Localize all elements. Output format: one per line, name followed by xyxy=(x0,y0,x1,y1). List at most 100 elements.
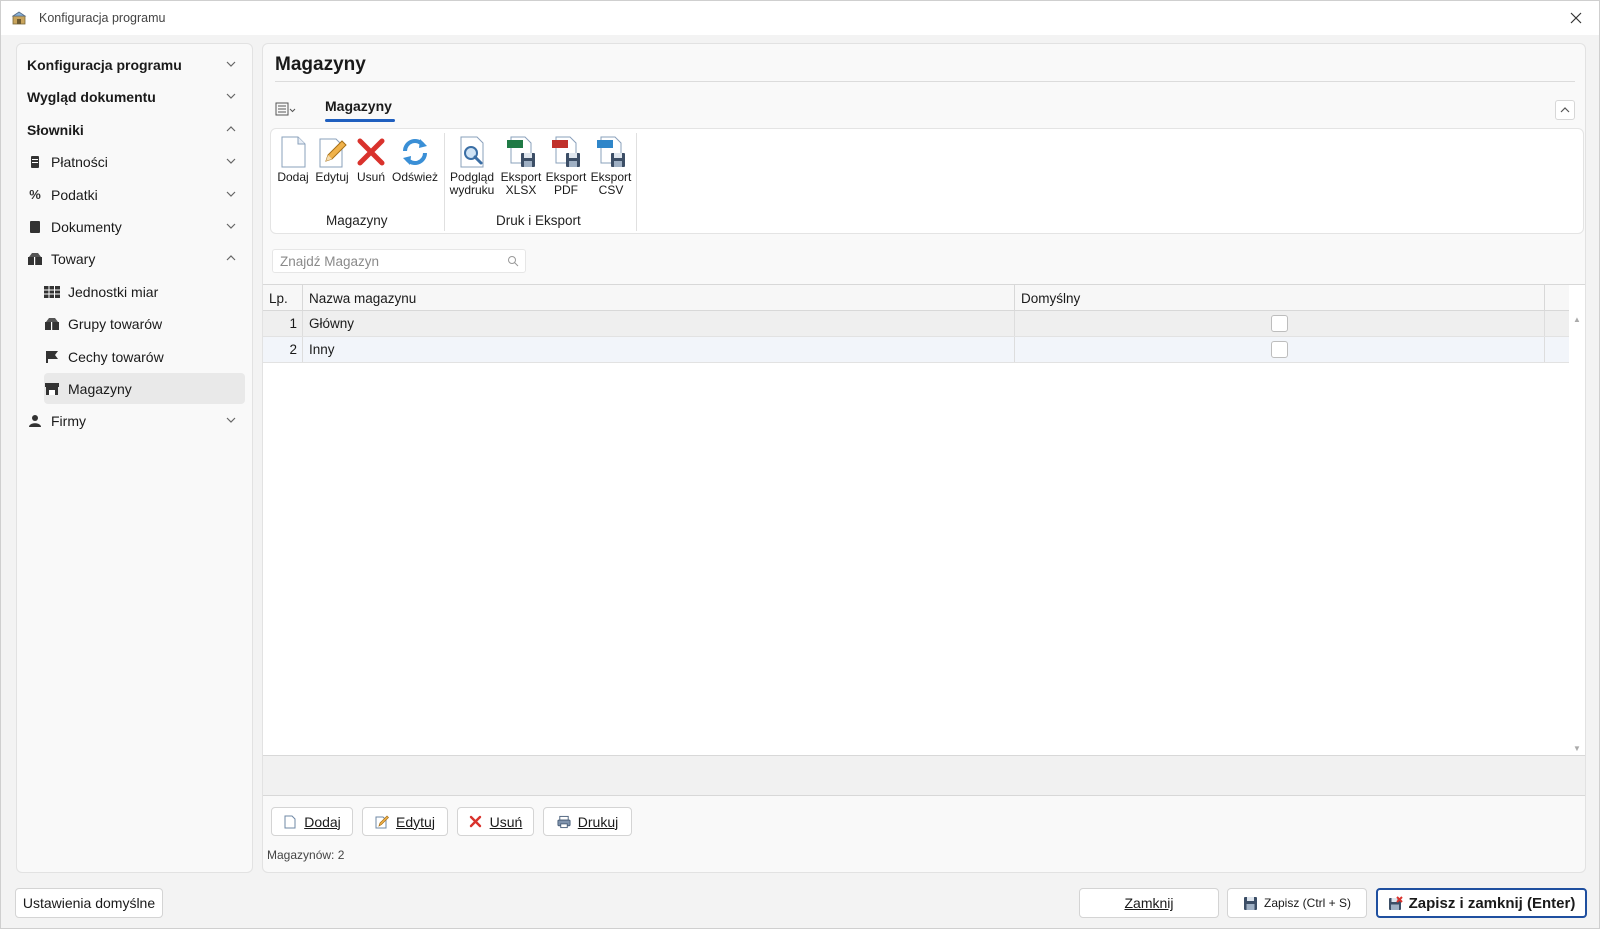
sidebar-item-platnosci[interactable]: Płatności xyxy=(27,146,245,177)
chevron-up-icon xyxy=(226,126,236,132)
column-header-lp[interactable]: Lp. xyxy=(263,285,303,311)
ribbon: Dodaj Edytuj Usuń Odśwież Magazyny Podgl… xyxy=(270,128,1584,234)
delete-button[interactable]: Usuń xyxy=(457,807,534,836)
search-icon xyxy=(508,256,519,267)
close-dialog-button[interactable]: Zamknij xyxy=(1079,888,1219,918)
boxes-icon xyxy=(27,251,43,267)
search-input[interactable] xyxy=(273,250,493,272)
close-dialog-button-label: Zamknij xyxy=(1124,895,1174,911)
sidebar-item-cechy-towarow[interactable]: Cechy towarów xyxy=(44,341,245,372)
ribbon-edit-button[interactable]: Edytuj xyxy=(314,135,350,184)
sidebar: Konfiguracja programu Wygląd dokumentu S… xyxy=(16,43,253,873)
search-field[interactable] xyxy=(272,249,526,273)
ribbon-add-button[interactable]: Dodaj xyxy=(276,135,310,184)
print-button[interactable]: Drukuj xyxy=(543,807,632,836)
add-button[interactable]: Dodaj xyxy=(271,807,353,836)
sidebar-item-label: Podatki xyxy=(51,186,98,203)
sidebar-item-label: Płatności xyxy=(51,153,108,170)
sidebar-item-towary[interactable]: Towary xyxy=(27,243,245,274)
ribbon-button-label: PDF xyxy=(554,183,578,197)
table-row[interactable]: 1 Główny xyxy=(263,311,1569,337)
cell-name[interactable]: Główny xyxy=(303,311,1015,336)
close-button[interactable] xyxy=(1553,1,1599,35)
defaults-button[interactable]: Ustawienia domyślne xyxy=(15,888,163,918)
tab-magazyny[interactable]: Magazyny xyxy=(325,98,392,114)
sidebar-item-label: Słowniki xyxy=(27,121,84,138)
ribbon-button-label: wydruku xyxy=(449,183,495,197)
scroll-down-icon[interactable]: ▼ xyxy=(1573,744,1581,753)
scroll-up-icon[interactable]: ▲ xyxy=(1573,315,1581,324)
close-icon xyxy=(1570,12,1582,24)
new-document-icon xyxy=(283,815,297,829)
ribbon-collapse-button[interactable] xyxy=(1555,100,1575,120)
save-and-close-button-label: Zapisz i zamknij (Enter) xyxy=(1408,894,1576,912)
grid-header: Lp. Nazwa magazynu Domyślny xyxy=(263,285,1569,311)
delete-icon xyxy=(357,138,385,166)
print-preview-icon xyxy=(460,136,484,168)
sidebar-item-firmy[interactable]: Firmy xyxy=(27,405,245,436)
add-button-label: Dodaj xyxy=(304,813,341,830)
ribbon-group-separator xyxy=(444,133,445,231)
cell-name[interactable]: Inny xyxy=(303,337,1015,362)
grid-footer xyxy=(263,756,1585,796)
main-panel: Magazyny Magazyny Dodaj Edytuj Usuń Odśw… xyxy=(262,43,1586,873)
column-header-name[interactable]: Nazwa magazynu xyxy=(303,285,1015,311)
cell-default xyxy=(1015,337,1545,362)
chevron-down-icon xyxy=(226,61,236,67)
save-button[interactable]: Zapisz (Ctrl + S) xyxy=(1227,888,1367,918)
vertical-scrollbar[interactable]: ▲ ▼ xyxy=(1569,311,1585,755)
export-csv-icon xyxy=(597,136,625,167)
save-and-close-button[interactable]: Zapisz i zamknij (Enter) xyxy=(1376,888,1587,918)
window-title: Konfiguracja programu xyxy=(39,11,166,25)
ribbon-export-xlsx-button[interactable]: Eksport XLSX xyxy=(499,135,543,197)
sidebar-item-wyglad-dokumentu[interactable]: Wygląd dokumentu xyxy=(27,81,245,112)
sidebar-item-label: Grupy towarów xyxy=(68,315,163,332)
printer-icon xyxy=(557,815,571,829)
sidebar-item-label: Firmy xyxy=(51,412,86,429)
sidebar-item-grupy-towarow[interactable]: Grupy towarów xyxy=(44,308,245,339)
chevron-down-icon xyxy=(226,223,236,229)
chevron-down-icon xyxy=(226,417,236,423)
ribbon-refresh-button[interactable]: Odśwież xyxy=(392,135,438,184)
ribbon-group-label: Magazyny xyxy=(326,213,388,228)
sidebar-item-konfiguracja-programu[interactable]: Konfiguracja programu xyxy=(27,49,245,80)
ribbon-export-pdf-button[interactable]: Eksport PDF xyxy=(545,135,587,197)
config-window: Konfiguracja programu Konfiguracja progr… xyxy=(0,0,1600,929)
sidebar-item-label: Magazyny xyxy=(68,380,132,397)
table-row[interactable]: 2 Inny xyxy=(263,337,1569,363)
ribbon-export-csv-button[interactable]: Eksport CSV xyxy=(590,135,632,197)
sidebar-item-label: Dokumenty xyxy=(51,218,122,235)
status-count: Magazynów: 2 xyxy=(267,848,345,862)
sidebar-item-dokumenty[interactable]: Dokumenty xyxy=(27,211,245,242)
sidebar-item-slowniki[interactable]: Słowniki xyxy=(27,114,245,145)
ribbon-button-label: Edytuj xyxy=(315,170,349,184)
sidebar-item-jednostki-miar[interactable]: Jednostki miar xyxy=(44,276,245,307)
sidebar-item-label: Towary xyxy=(51,250,96,267)
default-checkbox[interactable] xyxy=(1271,341,1288,358)
document-icon xyxy=(27,219,43,235)
ribbon-delete-button[interactable]: Usuń xyxy=(355,135,387,184)
ribbon-button-label: XLSX xyxy=(505,183,537,197)
percent-icon: % xyxy=(29,187,41,202)
app-icon xyxy=(11,11,27,25)
sidebar-item-label: Jednostki miar xyxy=(68,283,159,300)
edit-button[interactable]: Edytuj xyxy=(362,807,448,836)
tab-active-indicator xyxy=(325,119,395,122)
chevron-up-icon xyxy=(1560,107,1570,113)
column-header-default[interactable]: Domyślny xyxy=(1015,285,1545,311)
delete-button-label: Usuń xyxy=(489,813,523,830)
ribbon-print-preview-button[interactable]: Podgląd wydruku xyxy=(447,135,497,197)
sidebar-item-magazyny[interactable]: Magazyny xyxy=(44,373,245,404)
default-checkbox[interactable] xyxy=(1271,315,1288,332)
ribbon-group-separator xyxy=(636,133,637,231)
ribbon-tab-bar: Magazyny xyxy=(263,94,1585,124)
edit-icon xyxy=(319,138,347,168)
title-bar: Konfiguracja programu xyxy=(1,1,1599,35)
chevron-down-icon xyxy=(226,158,236,164)
sidebar-item-podatki[interactable]: % Podatki xyxy=(27,179,245,210)
boxes-icon xyxy=(44,316,60,332)
flag-icon xyxy=(44,349,60,365)
ribbon-menu-icon[interactable] xyxy=(275,100,297,118)
warehouses-grid: Lp. Nazwa magazynu Domyślny 1 Główny 2 I… xyxy=(263,284,1585,756)
ribbon-button-label: Odśwież xyxy=(392,170,439,184)
